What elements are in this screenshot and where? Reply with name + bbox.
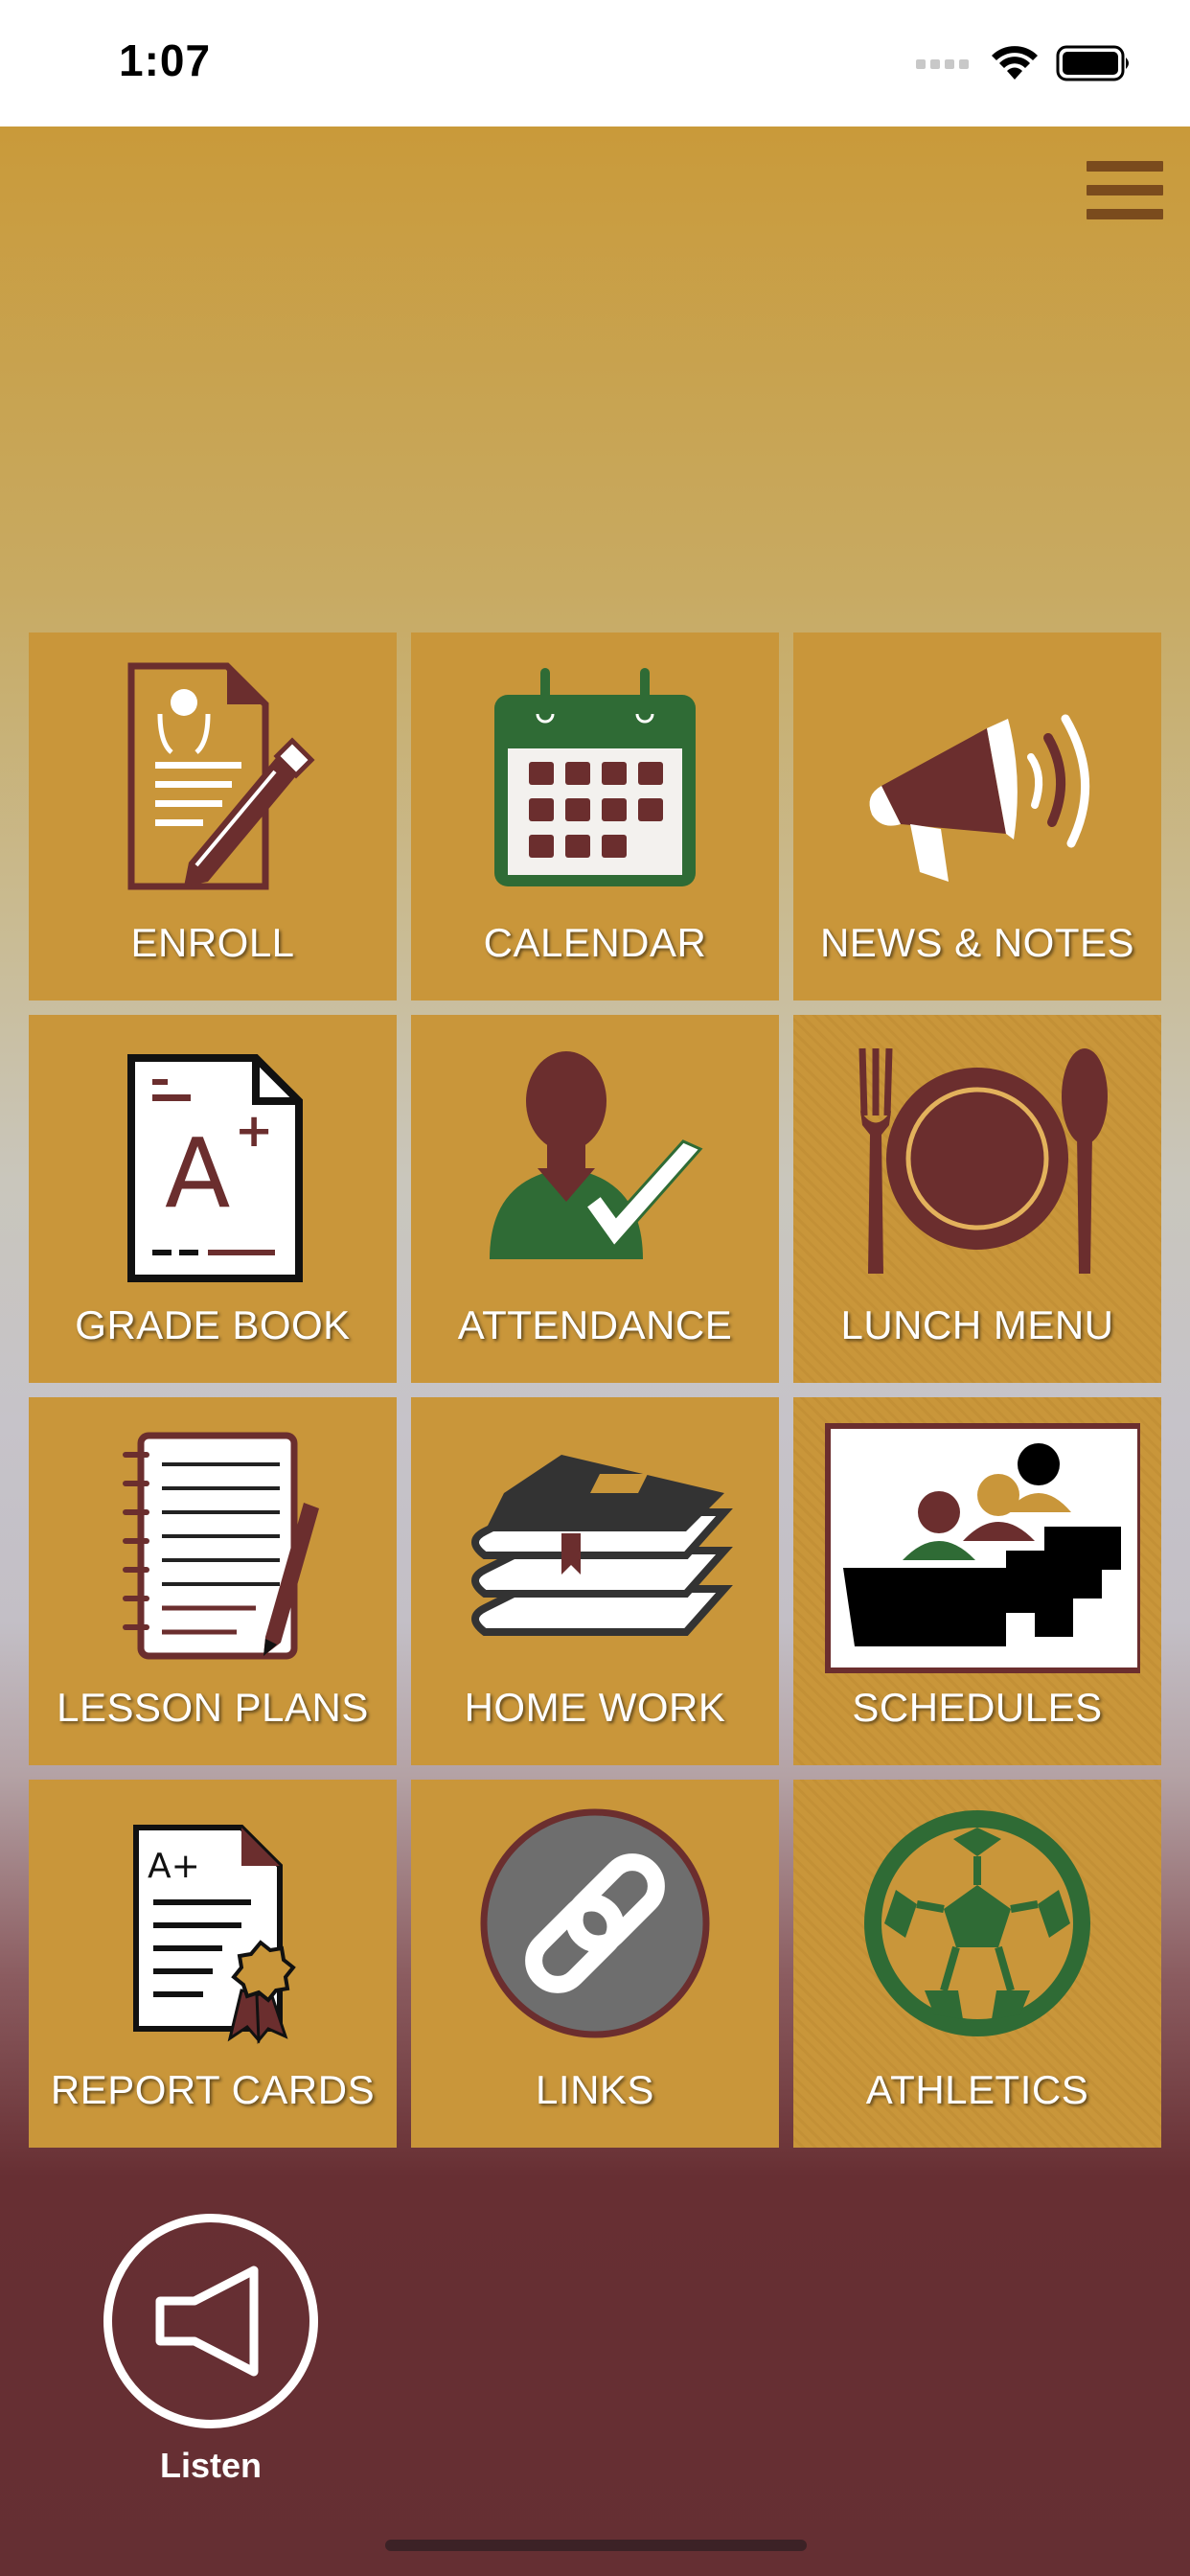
calendar-icon: [411, 632, 779, 920]
status-time: 1:07: [119, 35, 212, 85]
tile-label: REPORT CARDS: [50, 2067, 376, 2112]
tile-home-work[interactable]: HOME WORK: [411, 1397, 779, 1765]
tile-lunch-menu[interactable]: LUNCH MENU: [793, 1015, 1161, 1383]
tile-label: GRADE BOOK: [75, 1302, 351, 1347]
home-indicator[interactable]: [385, 2540, 807, 2551]
signal-dots-icon: [916, 59, 969, 69]
enroll-form-pencil-icon: [29, 632, 397, 920]
status-bar: 1:07: [0, 0, 1190, 126]
tile-label: HOME WORK: [464, 1685, 726, 1730]
tile-report-cards[interactable]: A+ REPORT CARDS: [29, 1780, 397, 2148]
svg-text:A: A: [165, 1117, 230, 1230]
tile-news-notes[interactable]: NEWS & NOTES: [793, 632, 1161, 1000]
tile-label: ENROLL: [130, 920, 295, 965]
listen-button[interactable]: [103, 2214, 318, 2428]
hamburger-menu-icon[interactable]: [1087, 161, 1163, 222]
tile-label: NEWS & NOTES: [819, 920, 1135, 965]
tile-schedules[interactable]: SCHEDULES: [793, 1397, 1161, 1765]
grade-paper-icon: A +: [29, 1015, 397, 1302]
speaker-icon: [155, 2266, 259, 2377]
tile-links[interactable]: LINKS: [411, 1780, 779, 2148]
tile-label: CALENDAR: [483, 920, 707, 965]
notebook-pencil-icon: [29, 1397, 397, 1685]
megaphone-icon: [793, 632, 1161, 920]
classroom-icon: [793, 1397, 1161, 1685]
tile-athletics[interactable]: ATHLETICS: [793, 1780, 1161, 2148]
chain-link-icon: [411, 1780, 779, 2067]
tile-label: LESSON PLANS: [57, 1685, 369, 1730]
report-card-ribbon-icon: A+: [29, 1780, 397, 2067]
tile-label: LUNCH MENU: [840, 1302, 1114, 1347]
tile-lesson-plans[interactable]: LESSON PLANS: [29, 1397, 397, 1765]
tile-attendance[interactable]: ATTENDANCE: [411, 1015, 779, 1383]
status-icons: [916, 42, 1133, 84]
tile-enroll[interactable]: ENROLL: [29, 632, 397, 1000]
svg-text:+: +: [235, 1104, 273, 1158]
person-checkmark-icon: [411, 1015, 779, 1302]
tile-label: SCHEDULES: [852, 1685, 1103, 1730]
battery-icon: [1056, 45, 1129, 81]
soccer-ball-icon: [793, 1780, 1161, 2067]
book-stack-icon: [411, 1397, 779, 1685]
plate-fork-spoon-icon: [793, 1015, 1161, 1302]
tile-label: ATHLETICS: [865, 2067, 1089, 2112]
tile-grade-book[interactable]: A + GRADE BOOK: [29, 1015, 397, 1383]
tile-label: LINKS: [536, 2067, 654, 2112]
tile-calendar[interactable]: CALENDAR: [411, 632, 779, 1000]
svg-text:A+: A+: [148, 1847, 200, 1886]
listen-label: Listen: [159, 2446, 262, 2485]
wifi-icon: [992, 46, 1038, 80]
tile-label: ATTENDANCE: [457, 1302, 733, 1347]
